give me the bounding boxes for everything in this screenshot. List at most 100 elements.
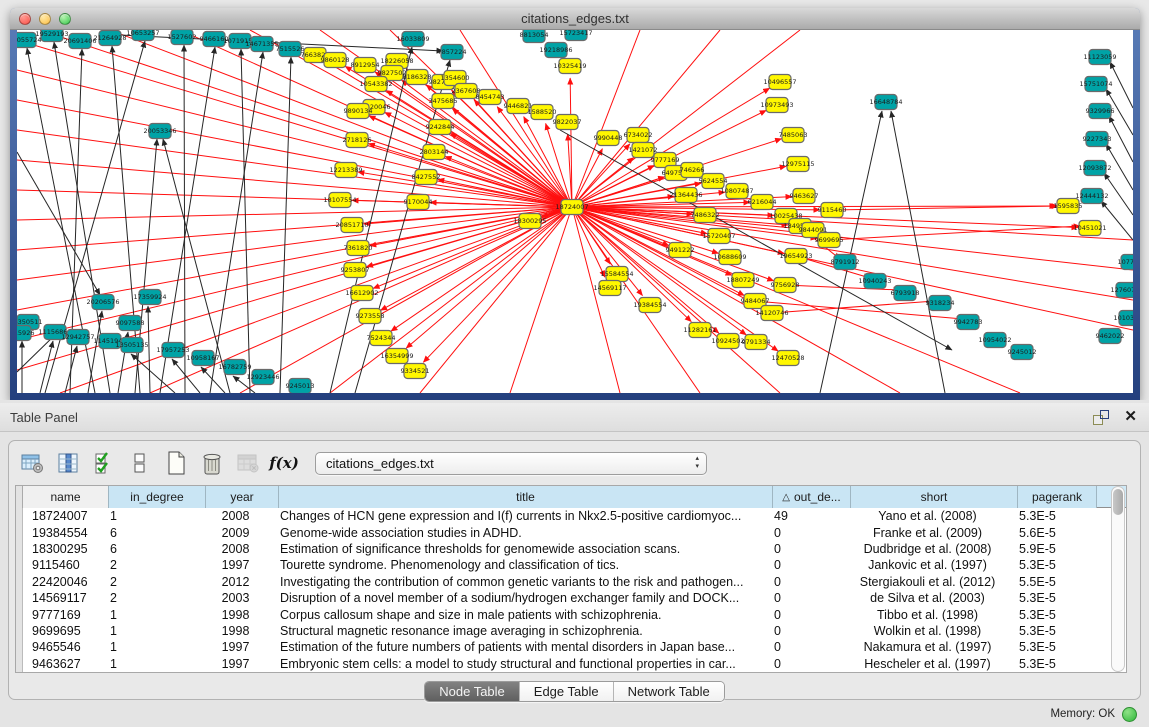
table-scrollbar[interactable] [1111, 486, 1125, 672]
svg-text:15723417: 15723417 [559, 30, 592, 37]
svg-text:7485063: 7485063 [779, 131, 808, 139]
svg-text:9097588: 9097588 [116, 319, 145, 327]
cell-title: Tourette syndrome. Phenomenology and cla… [272, 558, 766, 572]
close-panel-icon[interactable]: ✕ [1124, 408, 1137, 426]
table-row[interactable]: 1830029562008Estimation of significance … [16, 541, 1126, 557]
scrollbar-thumb[interactable] [1113, 489, 1123, 515]
svg-text:9860128: 9860128 [321, 56, 350, 64]
table-panel-body: f(x) citations_edges.txt ▴ ▾ namein_degr… [8, 440, 1141, 700]
svg-text:10973493: 10973493 [760, 101, 793, 109]
svg-text:3475685: 3475685 [429, 97, 458, 105]
cell-year: 1997 [199, 640, 272, 654]
cell-name: 18300295 [24, 542, 102, 556]
svg-text:12942757: 12942757 [61, 333, 94, 341]
svg-text:1077213: 1077213 [1118, 258, 1133, 266]
cell-pagerank: 5.3E-5 [1011, 509, 1090, 523]
column-header-pagerank[interactable]: pagerank [1018, 486, 1097, 508]
table-row[interactable]: 1456911722003Disruption of a novel membe… [16, 590, 1126, 606]
network-window: citations_edges.txt 24055724195291932069… [10, 8, 1140, 400]
cell-pagerank: 5.3E-5 [1011, 608, 1090, 622]
table-row[interactable]: 1872400712008Changes of HCN gene express… [16, 508, 1126, 524]
svg-text:9273558: 9273558 [356, 312, 385, 320]
cell-in_degree: 6 [102, 542, 199, 556]
column-header-in_degree[interactable]: in_degree [109, 486, 206, 508]
svg-text:17359924: 17359924 [133, 293, 166, 301]
cell-name: 9463627 [24, 657, 102, 671]
table-row[interactable]: 946554611997Estimation of the future num… [16, 639, 1126, 655]
corner-header-cell [16, 486, 23, 508]
memory-status-icon[interactable] [1122, 707, 1137, 722]
svg-text:16648784: 16648784 [869, 98, 902, 106]
cell-in_degree: 1 [102, 657, 199, 671]
svg-text:21264928: 21264928 [93, 34, 126, 42]
cell-year: 1997 [199, 657, 272, 671]
window-titlebar[interactable]: citations_edges.txt [10, 8, 1140, 30]
svg-text:10688609: 10688609 [713, 253, 746, 261]
svg-text:1527602: 1527602 [168, 33, 197, 41]
cell-name: 14569117 [24, 591, 102, 605]
svg-text:9170044: 9170044 [404, 198, 433, 206]
svg-text:19654923: 19654923 [779, 252, 812, 260]
table-body: 1872400712008Changes of HCN gene express… [16, 508, 1126, 672]
svg-text:20053346: 20053346 [143, 127, 176, 135]
svg-text:7857224: 7857224 [438, 48, 467, 56]
cell-title: Disruption of a novel member of a sodium… [272, 591, 766, 605]
function-builder-icon[interactable]: f(x) [271, 450, 297, 476]
svg-text:8186328: 8186328 [403, 73, 432, 81]
table-row[interactable]: 946362711997Embryonic stem cells: a mode… [16, 656, 1126, 672]
column-header-short[interactable]: short [851, 486, 1018, 508]
cell-name: 19384554 [24, 526, 102, 540]
cell-short: Franke et al. (2009) [844, 526, 1011, 540]
citation-network-graph[interactable]: 2405572419529193206914062126492810653257… [17, 30, 1133, 393]
table-selector-dropdown[interactable]: citations_edges.txt ▴ ▾ [315, 452, 707, 475]
column-header-title[interactable]: title [279, 486, 773, 508]
svg-text:18724007: 18724007 [555, 203, 588, 211]
column-header-year[interactable]: year [206, 486, 279, 508]
cell-pagerank: 5.3E-5 [1011, 657, 1090, 671]
cell-year: 2009 [199, 526, 272, 540]
svg-text:12213389: 12213389 [329, 166, 362, 174]
column-header-out_de[interactable]: △out_de... [773, 486, 851, 508]
column-header-name[interactable]: name [23, 486, 109, 508]
tab-network-table[interactable]: Network Table [614, 682, 724, 701]
cell-pagerank: 5.3E-5 [1011, 624, 1090, 638]
new-column-icon[interactable] [163, 450, 189, 476]
cell-year: 2012 [199, 575, 272, 589]
table-row[interactable]: 911546021997Tourette syndrome. Phenomeno… [16, 557, 1126, 573]
svg-text:11282161: 11282161 [683, 326, 716, 334]
svg-text:12923446: 12923446 [246, 373, 279, 381]
cell-in_degree: 1 [102, 624, 199, 638]
table-panel-header: Table Panel ✕ [0, 403, 1149, 432]
unselect-all-icon[interactable] [127, 450, 153, 476]
svg-text:10543382: 10543382 [359, 80, 392, 88]
select-all-icon[interactable] [91, 450, 117, 476]
svg-text:14120746: 14120746 [755, 309, 788, 317]
svg-text:19218986: 19218986 [539, 46, 572, 54]
table-panel: Table Panel ✕ f(x) citations_edges.txt ▴… [0, 400, 1149, 727]
table-header-row: namein_degreeyeartitle△out_de...shortpag… [16, 486, 1126, 508]
table-row[interactable]: 2242004622012Investigating the contribut… [16, 574, 1126, 590]
float-panel-icon[interactable] [1093, 410, 1109, 425]
network-canvas[interactable]: 2405572419529193206914062126492810653257… [17, 30, 1133, 393]
table-column-icon[interactable] [55, 450, 81, 476]
table-row[interactable]: 969969511998Structural magnetic resonanc… [16, 623, 1126, 639]
tab-edge-table[interactable]: Edge Table [520, 682, 614, 701]
svg-text:9227343: 9227343 [1083, 135, 1112, 143]
cell-name: 9777169 [24, 608, 102, 622]
svg-text:7361820: 7361820 [344, 244, 373, 252]
delete-column-icon[interactable] [199, 450, 225, 476]
cell-pagerank: 5.9E-5 [1011, 542, 1090, 556]
svg-text:6216044: 6216044 [748, 198, 777, 206]
table-row[interactable]: 1938455462009Genome-wide association stu… [16, 524, 1126, 540]
tab-node-table[interactable]: Node Table [425, 682, 520, 701]
memory-status-label: Memory: OK [1050, 708, 1115, 720]
svg-text:12093872: 12093872 [1078, 164, 1111, 172]
svg-text:9942783: 9942783 [954, 318, 983, 326]
cell-short: de Silva et al. (2003) [844, 591, 1011, 605]
svg-text:746266: 746266 [680, 166, 705, 174]
table-row[interactable]: 977716911998Corpus callosum shape and si… [16, 606, 1126, 622]
table-settings-icon[interactable] [19, 450, 45, 476]
cell-year: 1997 [199, 558, 272, 572]
cell-year: 1998 [199, 608, 272, 622]
window-title: citations_edges.txt [10, 11, 1140, 26]
